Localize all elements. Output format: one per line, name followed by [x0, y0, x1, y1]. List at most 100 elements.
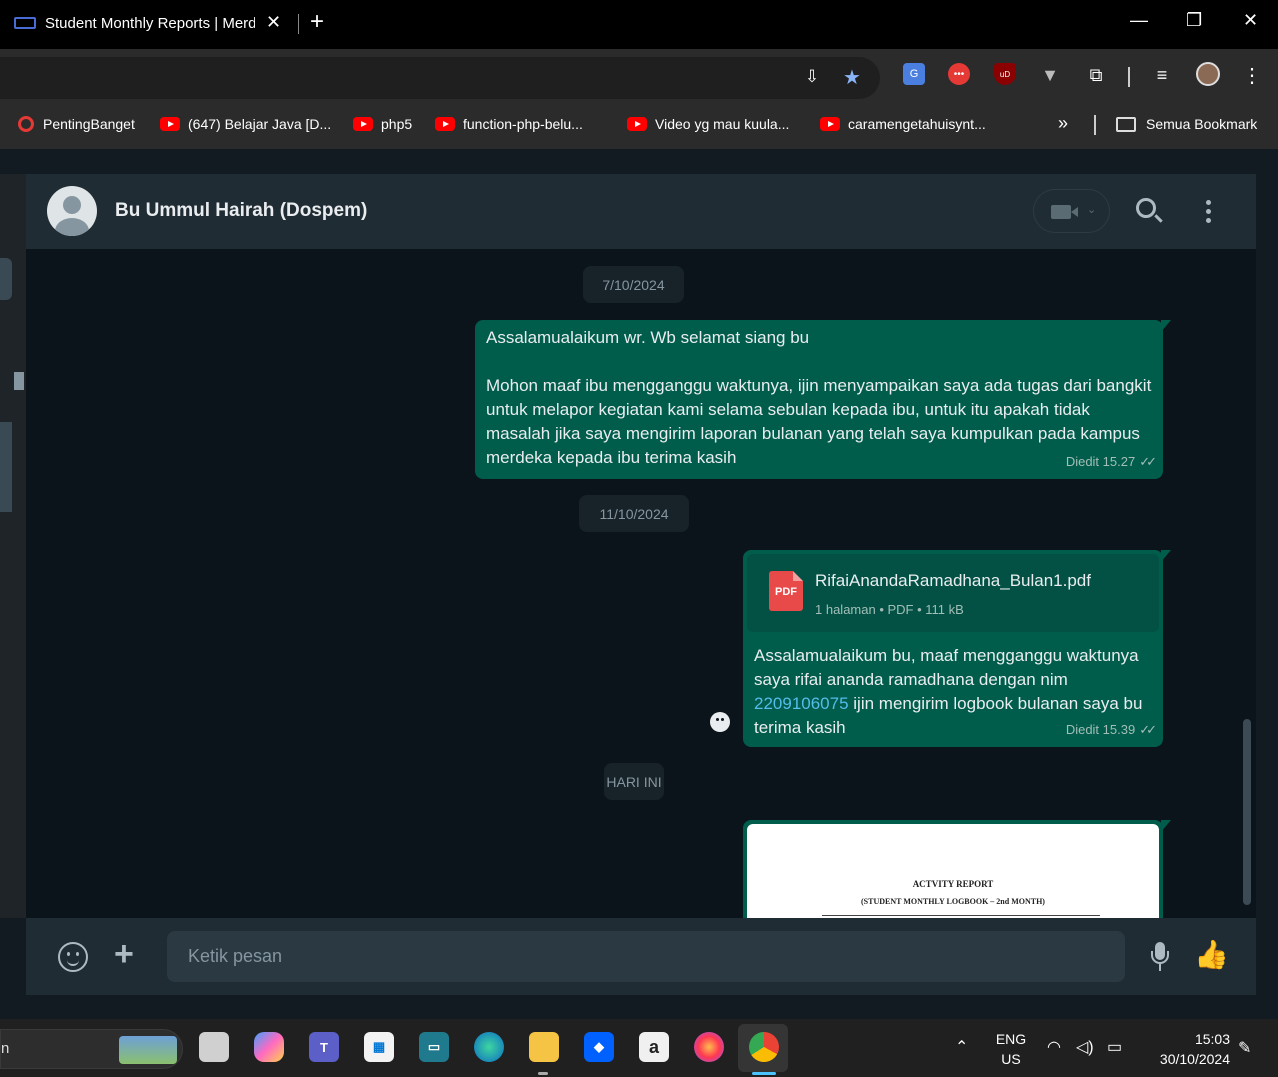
running-indicator: [538, 1072, 548, 1075]
bookmark-item[interactable]: (647) Belajar Java [D...: [160, 116, 331, 132]
bubble-tail: [1161, 320, 1171, 332]
chrome-icon[interactable]: [749, 1032, 779, 1062]
document-meta: 1 halaman • PDF • 111 kB: [815, 602, 964, 617]
ublock-icon[interactable]: uD: [994, 63, 1016, 85]
youtube-icon: [435, 117, 455, 131]
tab-close-button[interactable]: ✕: [266, 12, 281, 33]
chat-panel: Bu Ummul Hairah (Dospem) ⌄ 7/10/2024 Ass…: [26, 174, 1256, 995]
smiley-icon: [710, 712, 730, 732]
clock-date[interactable]: 30/10/2024: [1144, 1051, 1230, 1067]
react-emoji-button[interactable]: [707, 709, 733, 735]
region-indicator[interactable]: US: [994, 1051, 1028, 1067]
terminal-icon[interactable]: ▭: [419, 1032, 449, 1062]
wifi-icon[interactable]: ◠: [1047, 1037, 1061, 1057]
bookmarks-overflow-button[interactable]: »: [1058, 113, 1068, 134]
bubble-tail: [1161, 550, 1171, 562]
outgoing-image-message[interactable]: ACTVITY REPORT (STUDENT MONTHLY LOGBOOK …: [743, 820, 1171, 918]
youtube-icon: [627, 117, 647, 131]
message-input[interactable]: [167, 931, 1125, 982]
emoji-picker-icon[interactable]: [58, 942, 88, 972]
all-bookmarks-folder[interactable]: Semua Bookmark: [1116, 116, 1257, 132]
chat-extension-icon[interactable]: •••: [948, 63, 970, 85]
amazon-icon[interactable]: a: [639, 1032, 669, 1062]
compose-bar: + 👍: [26, 918, 1256, 995]
bookmarks-separator: [1094, 115, 1096, 135]
window-restore-button[interactable]: ❐: [1186, 10, 1202, 31]
date-divider: 11/10/2024: [579, 495, 689, 532]
bookmark-item[interactable]: caramengetahuisynt...: [820, 116, 986, 132]
chat-menu-icon[interactable]: [1206, 200, 1212, 227]
browser-toolbar: ⇩ ★ G ••• uD ▼ ⧉ ≡ ⋮: [0, 49, 1278, 101]
contact-name[interactable]: Bu Ummul Hairah (Dospem): [115, 200, 367, 222]
file-explorer-icon[interactable]: [529, 1032, 559, 1062]
dropbox-icon[interactable]: ◆: [584, 1032, 614, 1062]
chat-list-pane-edge: [0, 174, 26, 918]
scroll-thumb[interactable]: [14, 372, 24, 390]
teams-icon[interactable]: T: [309, 1032, 339, 1062]
message-edited-time: Diedit 15.39: [1065, 722, 1136, 737]
bookmarks-bar: PentingBanget (647) Belajar Java [D... p…: [0, 101, 1278, 149]
chevron-down-icon: ⌄: [1087, 204, 1097, 216]
avatar-body: [55, 218, 89, 236]
windows-taskbar: n T ▦ ▭ ◆ a ⌃ ENG US ◠ ◁) ▭ 15:03 30/10/…: [0, 1019, 1278, 1077]
search-highlight-art: [119, 1036, 177, 1064]
window-close-button[interactable]: ✕: [1243, 10, 1258, 31]
bookmark-item[interactable]: Video yg mau kuula...: [627, 116, 789, 132]
browser-tabstrip: Student Monthly Reports | Merdeka ✕ + — …: [0, 0, 1278, 49]
nim-link[interactable]: 2209106075: [754, 694, 849, 713]
pdf-file-icon: PDF: [769, 571, 803, 611]
attach-plus-icon[interactable]: +: [114, 934, 134, 974]
volume-icon[interactable]: ◁): [1076, 1037, 1094, 1057]
language-indicator[interactable]: ENG: [994, 1031, 1028, 1047]
microphone-icon[interactable]: [1151, 942, 1169, 974]
extensions-puzzle-icon[interactable]: ⧉: [1084, 63, 1108, 87]
taskbar-search[interactable]: n: [0, 1029, 183, 1069]
tab-title: Student Monthly Reports | Merdeka: [45, 15, 255, 32]
media-control-icon[interactable]: ≡: [1150, 63, 1174, 87]
document-preview-image[interactable]: ACTVITY REPORT (STUDENT MONTHLY LOGBOOK …: [747, 824, 1159, 918]
bookmark-item[interactable]: function-php-belu...: [435, 116, 583, 132]
edge-icon[interactable]: [474, 1032, 504, 1062]
clock-time[interactable]: 15:03: [1144, 1031, 1230, 1047]
message-text: Assalamualaikum wr. Wb selamat siang bu …: [486, 328, 1152, 467]
tab-separator: [298, 14, 299, 34]
chevron-up-icon[interactable]: ⌃: [955, 1037, 968, 1057]
quora-icon: [18, 116, 34, 132]
video-camera-icon: [1051, 205, 1078, 219]
message-list[interactable]: 7/10/2024 Assalamualaikum wr. Wb selamat…: [26, 249, 1256, 918]
message-scrollbar[interactable]: [1243, 719, 1251, 905]
avatar-head: [63, 196, 81, 214]
document-attachment[interactable]: PDF RifaiAnandaRamadhana_Bulan1.pdf 1 ha…: [747, 554, 1159, 632]
folder-icon: [1116, 116, 1136, 132]
firefox-icon[interactable]: [694, 1032, 724, 1062]
outgoing-message[interactable]: Assalamualaikum wr. Wb selamat siang bu …: [475, 320, 1171, 479]
youtube-icon: [820, 117, 840, 131]
task-view-icon[interactable]: [199, 1032, 229, 1062]
vue-devtools-icon[interactable]: ▼: [1038, 63, 1062, 87]
contact-avatar[interactable]: [47, 186, 97, 236]
window-minimize-button[interactable]: —: [1130, 10, 1148, 31]
thumbs-up-icon[interactable]: 👍: [1194, 938, 1229, 971]
copilot-icon[interactable]: [254, 1032, 284, 1062]
browser-tab[interactable]: Student Monthly Reports | Merdeka ✕: [0, 0, 296, 49]
chat-header[interactable]: Bu Ummul Hairah (Dospem) ⌄: [26, 174, 1256, 249]
bookmark-item[interactable]: php5: [353, 116, 412, 132]
outgoing-document-message[interactable]: PDF RifaiAnandaRamadhana_Bulan1.pdf 1 ha…: [743, 550, 1171, 747]
battery-icon[interactable]: ▭: [1107, 1037, 1122, 1057]
notification-icon[interactable]: ✎: [1238, 1038, 1251, 1058]
browser-menu-icon[interactable]: ⋮: [1240, 63, 1264, 87]
new-tab-button[interactable]: +: [310, 8, 324, 36]
toolbar-separator: [1128, 67, 1130, 87]
preview-table-line: [822, 915, 1100, 916]
microsoft-store-icon[interactable]: ▦: [364, 1032, 394, 1062]
install-app-icon[interactable]: ⇩: [800, 65, 824, 89]
google-translate-icon[interactable]: G: [903, 63, 925, 85]
video-call-button[interactable]: ⌄: [1033, 189, 1110, 233]
tab-favicon-icon: [14, 17, 36, 29]
bookmark-star-icon[interactable]: ★: [840, 65, 864, 89]
address-bar[interactable]: ⇩ ★: [0, 57, 880, 99]
bookmark-item[interactable]: PentingBanget: [18, 116, 135, 132]
search-icon[interactable]: [1136, 198, 1156, 218]
message-edited-time: Diedit 15.27: [1065, 454, 1136, 469]
profile-avatar[interactable]: [1196, 62, 1220, 86]
